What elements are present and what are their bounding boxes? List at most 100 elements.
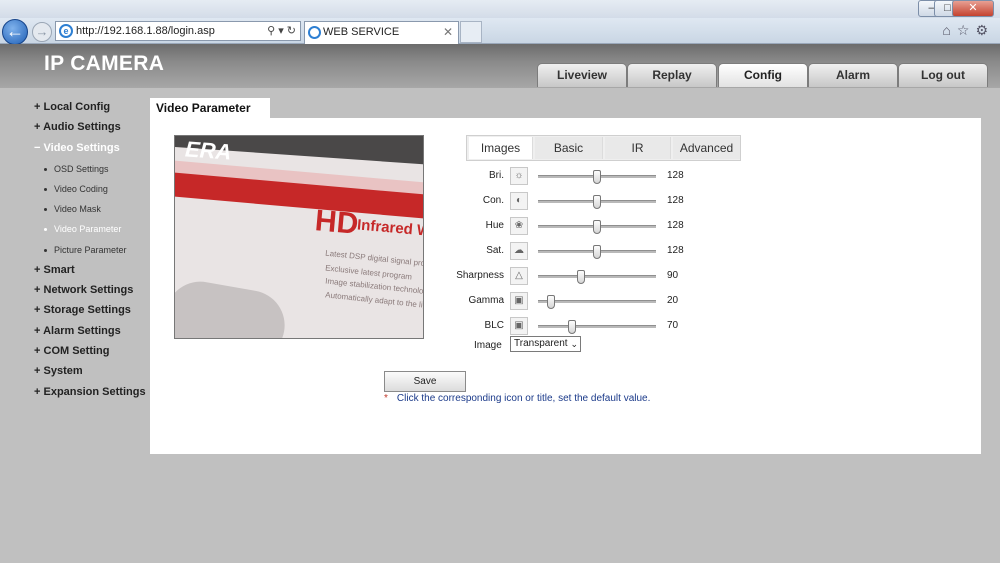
image-label: Image — [474, 340, 502, 351]
bullet-icon — [44, 249, 47, 253]
slider-thumb[interactable] — [577, 270, 585, 284]
gear-icon[interactable]: ⚙ — [975, 22, 994, 38]
sidebar-item-system[interactable]: + System — [34, 365, 83, 377]
slider-thumb[interactable] — [593, 170, 601, 184]
slider-label[interactable]: Sharpness — [440, 270, 504, 281]
nav-logout[interactable]: Log out — [898, 63, 988, 87]
blc-icon[interactable]: ▣ — [510, 317, 528, 335]
tab-close-icon[interactable]: ✕ — [443, 22, 453, 42]
expand-icon: + — [34, 365, 41, 377]
slider-thumb[interactable] — [593, 245, 601, 259]
slider-label[interactable]: Gamma — [440, 295, 504, 306]
saturation-icon[interactable]: ☁ — [510, 242, 528, 260]
image-select[interactable]: Transparent ⌄ — [510, 336, 581, 352]
window-titlebar: – □ ✕ — [0, 0, 1000, 18]
chevron-down-icon: ⌄ — [570, 339, 578, 349]
sidebar-item-label: Local Config — [43, 101, 111, 113]
preview-subline: Infrared Wa — [356, 216, 424, 241]
browser-tab[interactable]: WEB SERVICE ✕ — [304, 21, 459, 44]
bullet-icon — [44, 208, 47, 212]
nav-config[interactable]: Config — [718, 63, 808, 87]
sidebar-item-label: Alarm Settings — [43, 325, 121, 337]
slider-value: 128 — [667, 195, 684, 206]
nav-liveview[interactable]: Liveview — [537, 63, 627, 87]
slider-label[interactable]: Hue — [440, 220, 504, 231]
sidebar-item-label: Expansion Settings — [43, 386, 146, 398]
home-icon[interactable]: ⌂ — [942, 22, 956, 38]
tab-ir[interactable]: IR — [605, 137, 671, 159]
sidebar-sub-label: Video Coding — [54, 184, 108, 194]
back-arrow-icon[interactable]: ← — [2, 19, 28, 45]
app-title: IP CAMERA — [44, 52, 165, 75]
image-select-value: Transparent — [514, 338, 568, 349]
expand-icon: + — [34, 304, 41, 316]
forward-arrow-icon[interactable]: → — [32, 22, 52, 42]
sidebar-item-label: Audio Settings — [43, 121, 121, 133]
new-tab-button[interactable] — [460, 21, 482, 43]
nav-replay[interactable]: Replay — [627, 63, 717, 87]
slider-label[interactable]: BLC — [440, 320, 504, 331]
sidebar-item-storage-settings[interactable]: + Storage Settings — [34, 304, 131, 316]
slider-track[interactable] — [538, 195, 656, 209]
expand-icon: + — [34, 325, 41, 337]
slider-track[interactable] — [538, 220, 656, 234]
expand-icon: + — [34, 264, 41, 276]
slider-track[interactable] — [538, 320, 656, 334]
sidebar-sub-osd-settings[interactable]: OSD Settings — [44, 164, 109, 174]
sidebar-sub-label: Video Mask — [54, 204, 101, 214]
browser-toolbar: ← → e http://192.168.1.88/login.asp ⚲ ▾ … — [0, 18, 1000, 45]
favorites-star-icon[interactable]: ☆ — [957, 22, 976, 38]
gamma-icon[interactable]: ▣ — [510, 292, 528, 310]
ie-icon: e — [59, 24, 73, 38]
bullet-icon — [44, 188, 47, 192]
sidebar-item-alarm-settings[interactable]: + Alarm Settings — [34, 325, 121, 337]
sidebar-item-label: Network Settings — [43, 284, 134, 296]
slider-label[interactable]: Sat. — [440, 245, 504, 256]
sidebar-item-label: Video Settings — [43, 142, 120, 154]
sidebar-item-smart[interactable]: + Smart — [34, 264, 75, 276]
slider-track[interactable] — [538, 295, 656, 309]
sidebar-sub-picture-parameter[interactable]: Picture Parameter — [44, 245, 127, 255]
nav-alarm[interactable]: Alarm — [808, 63, 898, 87]
tab-advanced[interactable]: Advanced — [673, 137, 740, 159]
sidebar-item-expansion-settings[interactable]: + Expansion Settings — [34, 386, 146, 398]
sidebar-item-network-settings[interactable]: + Network Settings — [34, 284, 133, 296]
sidebar-item-local-config[interactable]: + Local Config — [34, 101, 110, 113]
image-tabs: Images Basic IR Advanced — [466, 135, 741, 161]
sidebar-sub-label: Picture Parameter — [54, 245, 127, 255]
contrast-icon[interactable]: ◐ — [510, 192, 528, 210]
address-bar[interactable]: e http://192.168.1.88/login.asp ⚲ ▾ ↻ — [55, 21, 301, 41]
preview-headline: HD — [313, 204, 360, 241]
expand-icon: + — [34, 345, 41, 357]
slider-thumb[interactable] — [568, 320, 576, 334]
sidebar-item-video-settings[interactable]: − Video Settings — [34, 142, 120, 154]
brightness-icon[interactable]: ☼ — [510, 167, 528, 185]
ie-tab-icon — [308, 26, 321, 39]
sidebar-sub-video-parameter[interactable]: Video Parameter — [44, 224, 121, 234]
sidebar-item-audio-settings[interactable]: + Audio Settings — [34, 121, 121, 133]
hue-icon[interactable]: ❀ — [510, 217, 528, 235]
expand-icon: + — [34, 386, 41, 398]
tab-basic[interactable]: Basic — [535, 137, 603, 159]
slider-track[interactable] — [538, 245, 656, 259]
hint-note: * Click the corresponding icon or title, … — [384, 393, 650, 404]
tab-images[interactable]: Images — [469, 137, 533, 159]
save-button[interactable]: Save — [384, 371, 466, 392]
sidebar-item-label: COM Setting — [43, 345, 110, 357]
close-icon[interactable]: ✕ — [952, 0, 994, 17]
slider-label[interactable]: Con. — [440, 195, 504, 206]
search-refresh-icon[interactable]: ⚲ ▾ ↻ — [267, 22, 296, 40]
sharpness-icon[interactable]: △ — [510, 267, 528, 285]
address-url: http://192.168.1.88/login.asp — [76, 25, 215, 37]
sidebar-sub-video-coding[interactable]: Video Coding — [44, 184, 108, 194]
slider-track[interactable] — [538, 170, 656, 184]
slider-thumb[interactable] — [593, 220, 601, 234]
slider-track[interactable] — [538, 270, 656, 284]
sidebar-item-com-setting[interactable]: + COM Setting — [34, 345, 110, 357]
slider-thumb[interactable] — [547, 295, 555, 309]
collapse-icon: − — [34, 142, 41, 154]
slider-thumb[interactable] — [593, 195, 601, 209]
sidebar-sub-video-mask[interactable]: Video Mask — [44, 204, 101, 214]
expand-icon: + — [34, 284, 41, 296]
slider-label[interactable]: Bri. — [440, 170, 504, 181]
